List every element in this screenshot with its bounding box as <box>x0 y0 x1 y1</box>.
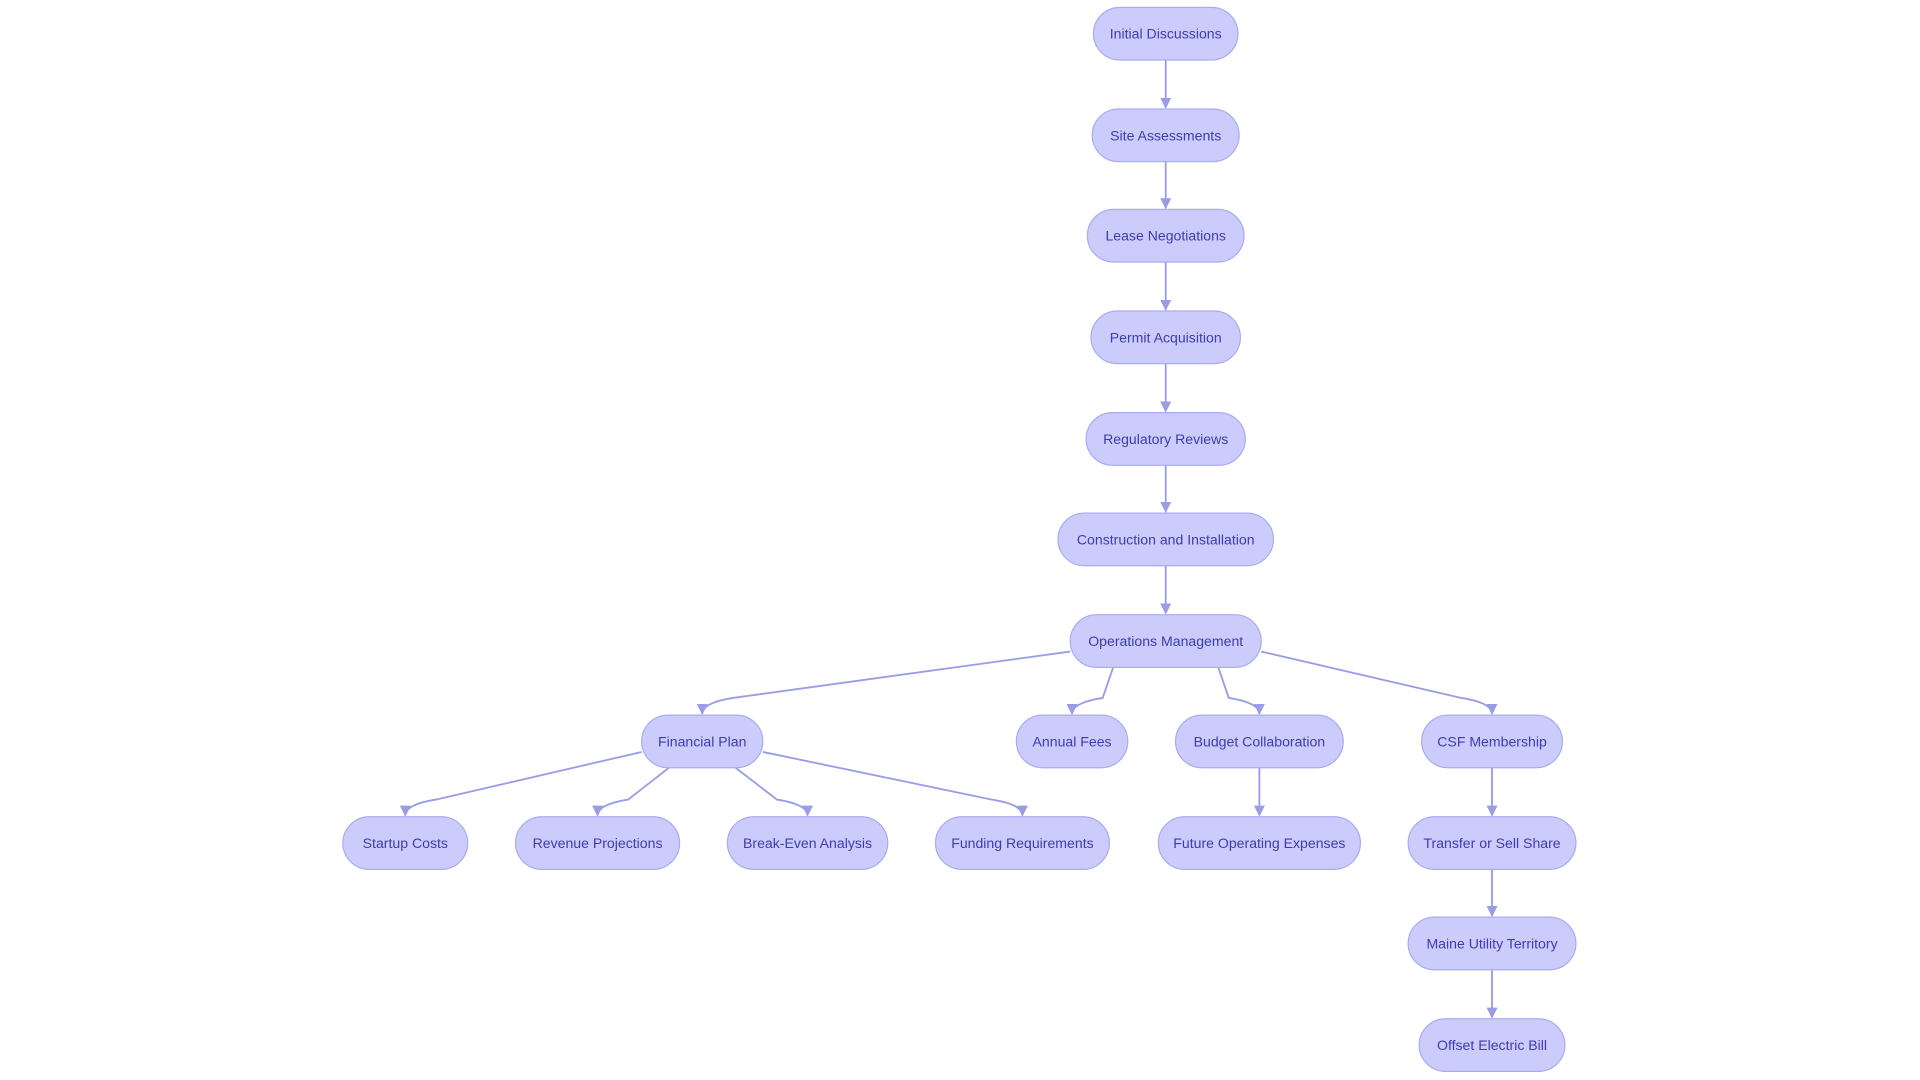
node-lease: Lease Negotiations <box>1086 208 1245 263</box>
node-transfer: Transfer or Sell Share <box>1407 816 1577 870</box>
node-breakeven: Break-Even Analysis <box>726 816 889 870</box>
node-label: Transfer or Sell Share <box>1423 835 1560 851</box>
edge-operations-to-csf <box>1261 650 1498 715</box>
node-offset: Offset Electric Bill <box>1418 1018 1566 1073</box>
node-label: Initial Discussions <box>1110 26 1222 42</box>
node-label: Site Assessments <box>1110 127 1221 143</box>
flowchart-diagram: Initial Discussions Site Assessments Lease… <box>342 6 1577 1073</box>
node-label: Financial Plan <box>658 733 746 749</box>
edge-financial-to-breakeven <box>735 767 814 817</box>
node-regulatory: Regulatory Reviews <box>1085 412 1246 466</box>
node-label: CSF Membership <box>1437 733 1547 749</box>
node-startup: Startup Costs <box>342 816 469 870</box>
node-operations: Operations Management <box>1069 614 1262 668</box>
node-initial: Initial Discussions <box>1092 6 1239 61</box>
node-label: Lease Negotiations <box>1105 228 1226 244</box>
node-revenue: Revenue Projections <box>514 816 681 870</box>
node-label: Regulatory Reviews <box>1103 431 1228 447</box>
node-label: Budget Collaboration <box>1194 733 1325 749</box>
node-label: Permit Acquisition <box>1110 329 1222 345</box>
node-funding: Funding Requirements <box>934 816 1110 870</box>
node-future: Future Operating Expenses <box>1157 816 1362 870</box>
node-annual: Annual Fees <box>1015 714 1129 769</box>
node-label: Offset Electric Bill <box>1437 1037 1547 1053</box>
edge-operations-to-financial <box>696 650 1071 715</box>
node-label: Operations Management <box>1088 633 1243 649</box>
node-label: Future Operating Expenses <box>1173 835 1345 851</box>
node-label: Funding Requirements <box>951 835 1093 851</box>
edge-financial-to-revenue <box>592 767 670 817</box>
node-site: Site Assessments <box>1091 108 1240 163</box>
node-label: Break-Even Analysis <box>743 835 872 851</box>
node-label: Maine Utility Territory <box>1426 935 1558 951</box>
node-budget: Budget Collaboration <box>1174 714 1344 769</box>
node-financial: Financial Plan <box>641 714 764 769</box>
node-label: Startup Costs <box>363 835 448 851</box>
node-csf: CSF Membership <box>1421 714 1564 769</box>
edge-operations-to-budget <box>1217 667 1265 715</box>
node-maine: Maine Utility Territory <box>1407 916 1577 971</box>
edge-financial-to-funding <box>762 751 1028 817</box>
edge-operations-to-annual <box>1066 667 1115 715</box>
node-permit: Permit Acquisition <box>1090 310 1242 365</box>
node-label: Revenue Projections <box>533 835 663 851</box>
node-label: Annual Fees <box>1033 733 1112 749</box>
node-label: Construction and Installation <box>1077 531 1255 547</box>
node-construction: Construction and Installation <box>1057 512 1275 567</box>
